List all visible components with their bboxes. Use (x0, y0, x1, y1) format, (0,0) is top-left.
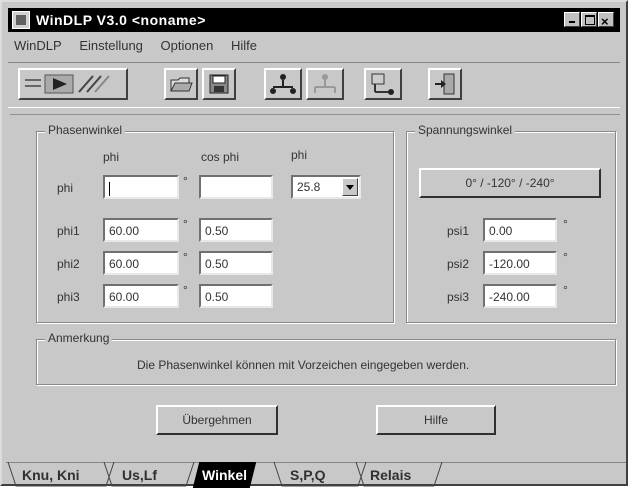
floppy-save-icon (209, 74, 229, 94)
help-button[interactable]: Hilfe (376, 405, 496, 435)
phi3-input[interactable]: 60.00 (103, 284, 179, 308)
menu-optionen[interactable]: Optionen (161, 38, 214, 53)
exit-door-icon (435, 73, 455, 95)
network-node-icon (270, 74, 296, 94)
psi2-label: psi2 (447, 257, 470, 271)
voltage-angle-group: Spannungswinkel 0° / -120° / -240° psi1 … (406, 123, 616, 323)
phase-angle-group: Phasenwinkel phi cos phi phi phi ° 25.8 … (36, 123, 394, 323)
psi1-label: psi1 (447, 224, 470, 238)
tab-knu-kni[interactable]: Knu, Kni (22, 464, 80, 486)
chevron-down-icon[interactable] (342, 178, 358, 196)
cosphi2-input[interactable]: 0.50 (199, 251, 273, 275)
phi-label: phi (57, 181, 74, 195)
menu-windlp[interactable]: WinDLP (14, 38, 62, 53)
psi2-input[interactable]: -120.00 (483, 251, 557, 275)
voltage-preset-button[interactable]: 0° / -120° / -240° (419, 168, 601, 198)
psi2-degree: ° (563, 250, 568, 264)
network-disabled-button[interactable] (306, 68, 344, 100)
note-group-label: Anmerkung (45, 331, 113, 345)
note-text: Die Phasenwinkel können mit Vorzeichen e… (137, 358, 470, 372)
signal-play-icon (25, 74, 110, 94)
tab-bar: Knu, Kni Us,Lf Winkel S,P,Q Relais (6, 462, 626, 488)
psi3-label: psi3 (447, 290, 470, 304)
phi2-degree: ° (183, 250, 188, 264)
tab-relais[interactable]: Relais (370, 464, 411, 486)
tab-s-p-q[interactable]: S,P,Q (290, 464, 326, 486)
title-bar[interactable]: WinDLP V3.0 <noname> (8, 8, 620, 34)
phi3-degree: ° (183, 283, 188, 297)
psi3-input[interactable]: -240.00 (483, 284, 557, 308)
winkel-panel: Phasenwinkel phi cos phi phi phi ° 25.8 … (10, 114, 620, 459)
apply-button[interactable]: Übergehmen (156, 405, 278, 435)
phi2-label: phi2 (57, 257, 80, 271)
menu-bar: WinDLP Einstellung Optionen Hilfe (14, 38, 271, 56)
menu-einstellung[interactable]: Einstellung (79, 38, 143, 53)
window-title: WinDLP V3.0 <noname> (36, 12, 206, 28)
psi1-degree: ° (563, 217, 568, 231)
cosphi1-input[interactable]: 0.50 (199, 218, 273, 242)
wiring-button[interactable] (364, 68, 402, 100)
folder-open-icon (170, 77, 193, 92)
open-file-button[interactable] (164, 68, 198, 100)
app-icon[interactable] (12, 11, 30, 29)
close-button[interactable] (598, 10, 614, 34)
text-cursor (109, 181, 110, 196)
app-window: WinDLP V3.0 <noname> WinDLP Einstellung … (0, 0, 628, 488)
phi2-input[interactable]: 60.00 (103, 251, 179, 275)
phi-select[interactable]: 25.8 (291, 175, 361, 199)
signal-play-button[interactable] (18, 68, 128, 100)
maximize-button[interactable] (581, 12, 597, 27)
menu-hilfe[interactable]: Hilfe (231, 38, 257, 53)
phi-select-value: 25.8 (297, 180, 321, 194)
cosphi3-input[interactable]: 0.50 (199, 284, 273, 308)
phi-input[interactable] (103, 175, 179, 199)
col-cosphi-header: cos phi (201, 150, 240, 164)
network-button[interactable] (264, 68, 302, 100)
col-phi-header: phi (103, 150, 120, 164)
wiring-icon (371, 73, 394, 95)
tab-winkel[interactable]: Winkel (192, 462, 257, 488)
col-phi2-header: phi (291, 148, 308, 162)
toolbar (8, 62, 620, 108)
save-file-button[interactable] (202, 68, 236, 100)
minimize-button[interactable] (564, 12, 580, 27)
phi-degree: ° (183, 174, 188, 188)
phi1-label: phi1 (57, 224, 80, 238)
note-group: Anmerkung Die Phasenwinkel können mit Vo… (36, 331, 616, 385)
psi3-degree: ° (563, 283, 568, 297)
phi3-label: phi3 (57, 290, 80, 304)
phase-angle-group-label: Phasenwinkel (45, 123, 126, 137)
voltage-angle-group-label: Spannungswinkel (415, 123, 516, 137)
exit-button[interactable] (428, 68, 462, 100)
phi1-degree: ° (183, 217, 188, 231)
phi1-input[interactable]: 60.00 (103, 218, 179, 242)
cosphi-input[interactable] (199, 175, 273, 199)
network-node-disabled-icon (314, 74, 336, 93)
tab-us-lf[interactable]: Us,Lf (122, 464, 157, 486)
psi1-input[interactable]: 0.00 (483, 218, 557, 242)
